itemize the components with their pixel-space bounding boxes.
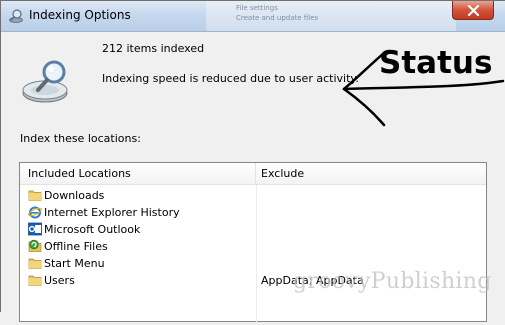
location-name: Start Menu xyxy=(44,257,105,270)
background-window-hint: File settings Create and update files xyxy=(206,1,456,31)
indexing-options-window: File settings Create and update files In… xyxy=(0,0,505,325)
list-item-offline-files[interactable]: Offline Files xyxy=(20,238,486,255)
title-bar[interactable]: File settings Create and update files In… xyxy=(1,1,505,32)
items-indexed-count: 212 items indexed xyxy=(102,42,205,55)
close-icon xyxy=(467,5,480,16)
indexing-drive-magnifier-icon xyxy=(22,60,68,103)
list-item-internet-explorer-history[interactable]: Internet Explorer History xyxy=(20,204,486,221)
offline-files-icon xyxy=(28,239,42,252)
background-hint-line-2: Create and update files xyxy=(236,14,319,22)
background-hint-line-1: File settings xyxy=(236,4,278,12)
indexing-status-message: Indexing speed is reduced due to user ac… xyxy=(102,72,359,85)
index-locations-label: Index these locations: xyxy=(20,132,141,145)
column-header-exclude[interactable]: Exclude xyxy=(256,163,486,185)
list-item-downloads[interactable]: Downloads xyxy=(20,187,486,204)
location-name: Offline Files xyxy=(44,240,108,253)
location-name: Microsoft Outlook xyxy=(44,223,141,236)
internet-explorer-icon xyxy=(28,206,42,219)
column-header-included-locations[interactable]: Included Locations xyxy=(20,163,256,185)
outlook-icon xyxy=(28,222,42,236)
annotation-status-label: Status xyxy=(379,45,493,81)
window-title: Indexing Options xyxy=(29,8,131,22)
watermark: groovyPublishing xyxy=(293,269,492,294)
list-item-microsoft-outlook[interactable]: Microsoft Outlook xyxy=(20,221,486,238)
folder-icon xyxy=(28,190,42,201)
folder-icon xyxy=(28,275,42,286)
location-name: Downloads xyxy=(44,189,105,202)
locations-list[interactable]: Included Locations Exclude Downloads Int… xyxy=(19,162,487,325)
indexing-options-icon xyxy=(9,9,23,23)
location-name: Users xyxy=(44,274,75,287)
folder-icon xyxy=(28,258,42,269)
location-name: Internet Explorer History xyxy=(44,206,180,219)
close-button[interactable] xyxy=(452,1,494,20)
